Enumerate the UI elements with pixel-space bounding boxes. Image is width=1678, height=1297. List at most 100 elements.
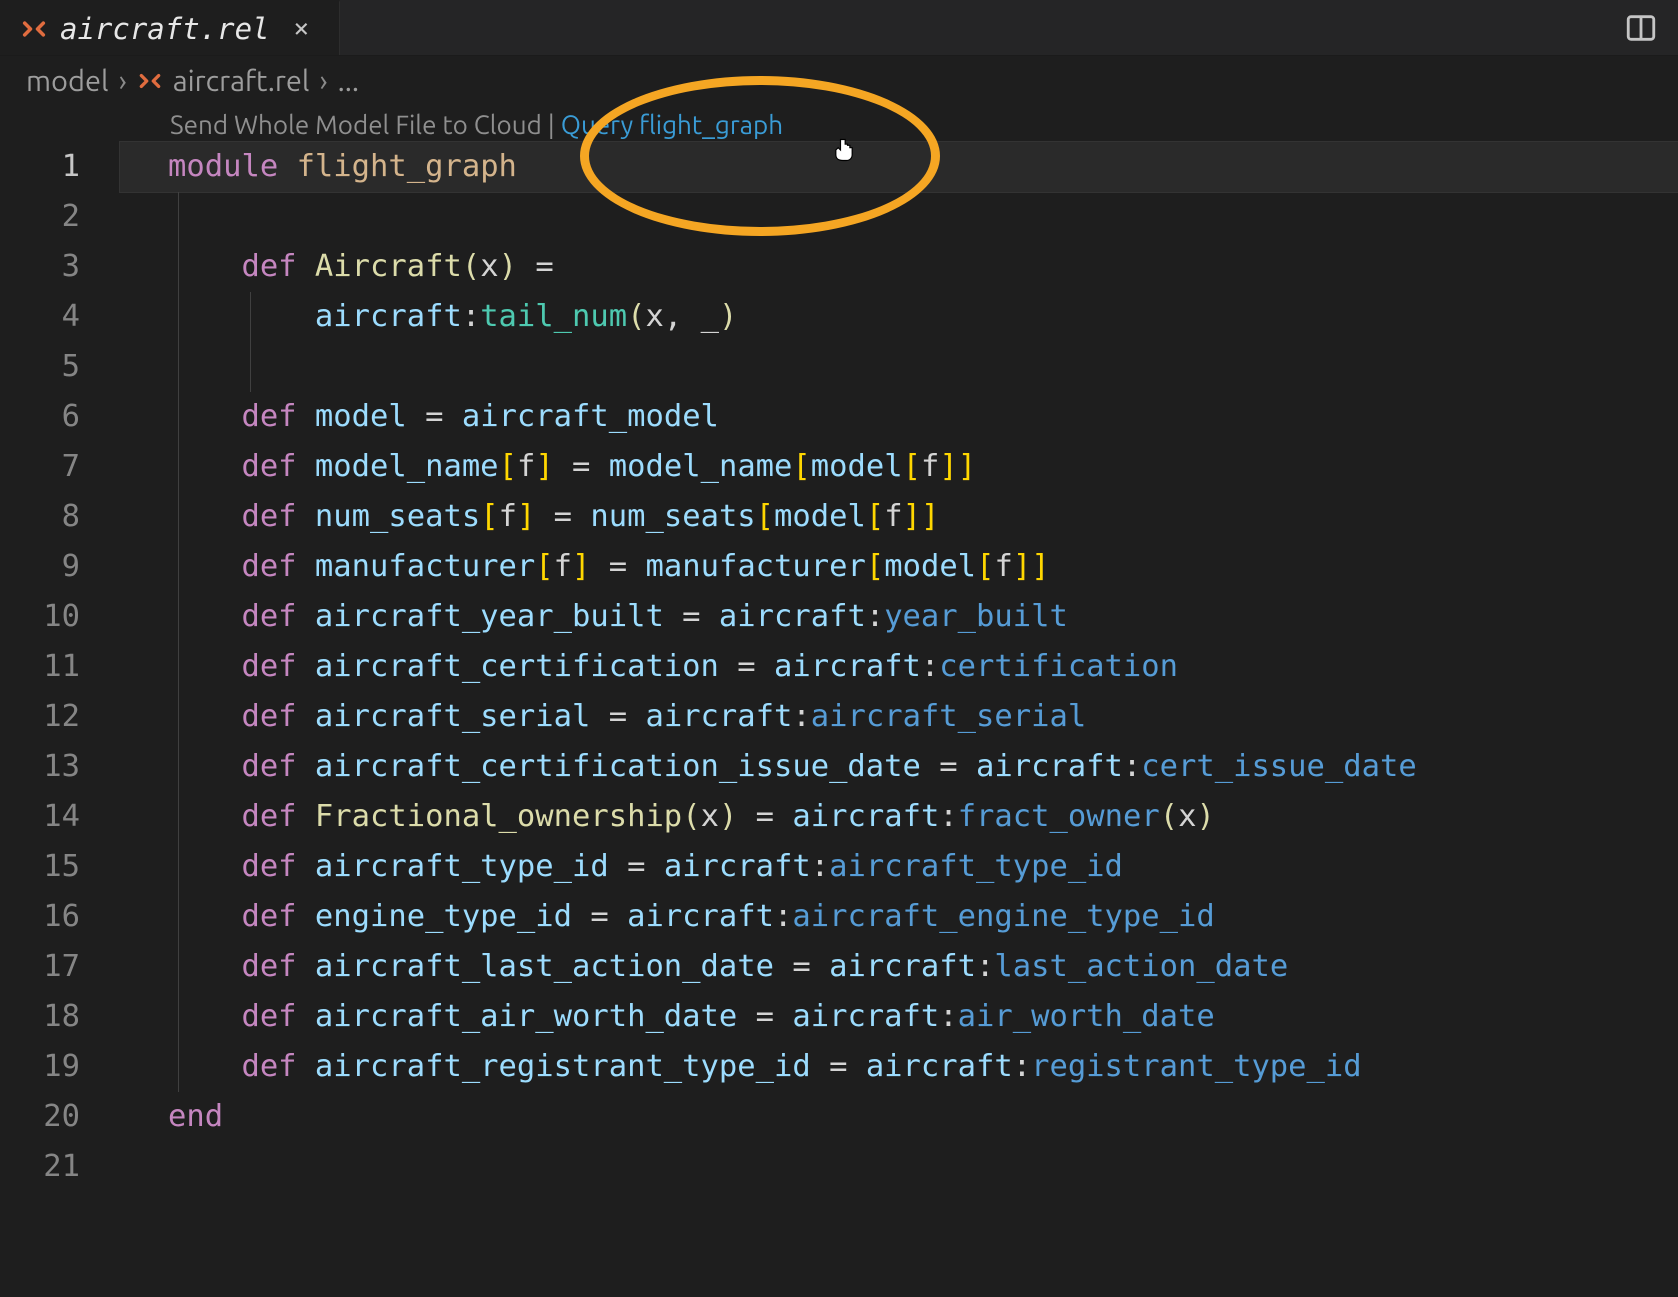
code-token: def: [241, 499, 296, 534]
code-line[interactable]: module flight_graph: [120, 142, 1678, 192]
code-line[interactable]: def num_seats[f] = num_seats[model[f]]: [120, 492, 1678, 542]
tab-close-button[interactable]: ×: [288, 12, 316, 46]
code-line[interactable]: def Aircraft(x) =: [120, 242, 1678, 292]
code-line[interactable]: aircraft:tail_num(x, _): [120, 292, 1678, 342]
code-line[interactable]: [120, 1142, 1678, 1192]
code-token: def: [241, 249, 296, 284]
code-token: ]: [535, 449, 553, 484]
code-token: def: [241, 999, 296, 1034]
code-line[interactable]: [120, 342, 1678, 392]
code-line[interactable]: def aircraft_certification_issue_date = …: [120, 742, 1678, 792]
code-line[interactable]: def model = aircraft_model: [120, 392, 1678, 442]
code-token: =: [535, 499, 590, 534]
indent-guide: [178, 442, 179, 492]
code-token: =: [407, 399, 462, 434]
code-token: aircraft: [627, 899, 774, 934]
indent-guide: [178, 242, 179, 292]
code-token: def: [241, 549, 296, 584]
code-line[interactable]: def aircraft_year_built = aircraft:year_…: [120, 592, 1678, 642]
code-token: aircraft_model: [462, 399, 719, 434]
code-line[interactable]: def engine_type_id = aircraft:aircraft_e…: [120, 892, 1678, 942]
code-token: model: [811, 449, 903, 484]
code-line[interactable]: end: [120, 1092, 1678, 1142]
code-token: manufacturer: [646, 549, 866, 584]
indent-guide: [178, 592, 179, 642]
code-token: =: [609, 849, 664, 884]
breadcrumb-item[interactable]: aircraft.rel: [173, 65, 310, 97]
code-token: f: [994, 549, 1012, 584]
code-token: ]: [921, 499, 939, 534]
code-token: aircraft_type_id: [829, 849, 1123, 884]
code-token: aircraft: [792, 799, 939, 834]
code-token: (: [627, 299, 645, 334]
code-token: aircraft: [976, 749, 1123, 784]
breadcrumbs[interactable]: model › aircraft.rel › ...: [0, 56, 1678, 106]
codelens-query-flight-graph[interactable]: Query flight_graph: [561, 110, 783, 139]
code-token: ]: [1013, 549, 1031, 584]
code-token: aircraft_registrant_type_id: [315, 1049, 811, 1084]
line-number: 6: [0, 392, 80, 442]
chevron-right-icon: ›: [320, 65, 328, 97]
code-token: aircraft: [645, 699, 792, 734]
code-token: aircraft_serial: [315, 699, 590, 734]
code-token: [: [756, 499, 774, 534]
code-token: model_name: [609, 449, 793, 484]
line-number: 2: [0, 192, 80, 242]
code-token: engine_type_id: [315, 899, 572, 934]
code-token: :: [774, 899, 792, 934]
code-token: manufacturer: [315, 549, 535, 584]
code-token: def: [241, 449, 296, 484]
code-token: x: [1178, 799, 1196, 834]
breadcrumb-ellipsis[interactable]: ...: [338, 65, 359, 97]
line-number: 13: [0, 742, 80, 792]
breadcrumb-item[interactable]: model: [26, 65, 109, 97]
code-line[interactable]: def model_name[f] = model_name[model[f]]: [120, 442, 1678, 492]
code-line[interactable]: [120, 192, 1678, 242]
code-token: :: [1123, 749, 1141, 784]
code-line[interactable]: def manufacturer[f] = manufacturer[model…: [120, 542, 1678, 592]
editor-tab-aircraft[interactable]: aircraft.rel ×: [0, 0, 340, 55]
code-token: ): [499, 249, 517, 284]
code-token: =: [737, 999, 792, 1034]
code-line[interactable]: def Fractional_ownership(x) = aircraft:f…: [120, 792, 1678, 842]
code-line[interactable]: def aircraft_last_action_date = aircraft…: [120, 942, 1678, 992]
code-token: (: [462, 249, 480, 284]
code-token: [: [499, 449, 517, 484]
code-token: :: [921, 649, 939, 684]
code-line[interactable]: def aircraft_certification = aircraft:ce…: [120, 642, 1678, 692]
code-token: model_name: [315, 449, 499, 484]
code-token: f: [921, 449, 939, 484]
code-token: aircraft: [774, 649, 921, 684]
code-token: model: [774, 499, 866, 534]
code-token: num_seats: [315, 499, 480, 534]
code-token: aircraft_last_action_date: [315, 949, 774, 984]
line-number: 7: [0, 442, 80, 492]
codelens-send-model[interactable]: Send Whole Model File to Cloud: [170, 110, 542, 139]
code-token: aircraft_type_id: [315, 849, 609, 884]
line-number: 16: [0, 892, 80, 942]
line-number: 14: [0, 792, 80, 842]
line-number-gutter: 123456789101112131415161718192021: [0, 142, 120, 1192]
code-line[interactable]: def aircraft_air_worth_date = aircraft:a…: [120, 992, 1678, 1042]
code-line[interactable]: def aircraft_serial = aircraft:aircraft_…: [120, 692, 1678, 742]
code-token: [297, 549, 315, 584]
indent-guide: [178, 992, 179, 1042]
code-editor[interactable]: 123456789101112131415161718192021 module…: [0, 142, 1678, 1192]
code-token: def: [241, 749, 296, 784]
code-token: [297, 599, 315, 634]
code-token: ]: [939, 449, 957, 484]
code-token: ]: [572, 549, 590, 584]
line-number: 3: [0, 242, 80, 292]
code-token: [297, 249, 315, 284]
code-content[interactable]: module flight_graph def Aircraft(x) = ai…: [120, 142, 1678, 1192]
code-line[interactable]: def aircraft_type_id = aircraft:aircraft…: [120, 842, 1678, 892]
code-token: aircraft: [315, 299, 462, 334]
code-token: :: [866, 599, 884, 634]
code-line[interactable]: def aircraft_registrant_type_id = aircra…: [120, 1042, 1678, 1092]
code-token: ]: [517, 499, 535, 534]
code-token: [: [866, 549, 884, 584]
indent-guide: [178, 642, 179, 692]
code-token: aircraft_year_built: [315, 599, 664, 634]
split-editor-icon[interactable]: [1624, 11, 1658, 45]
code-token: fract_owner: [958, 799, 1160, 834]
